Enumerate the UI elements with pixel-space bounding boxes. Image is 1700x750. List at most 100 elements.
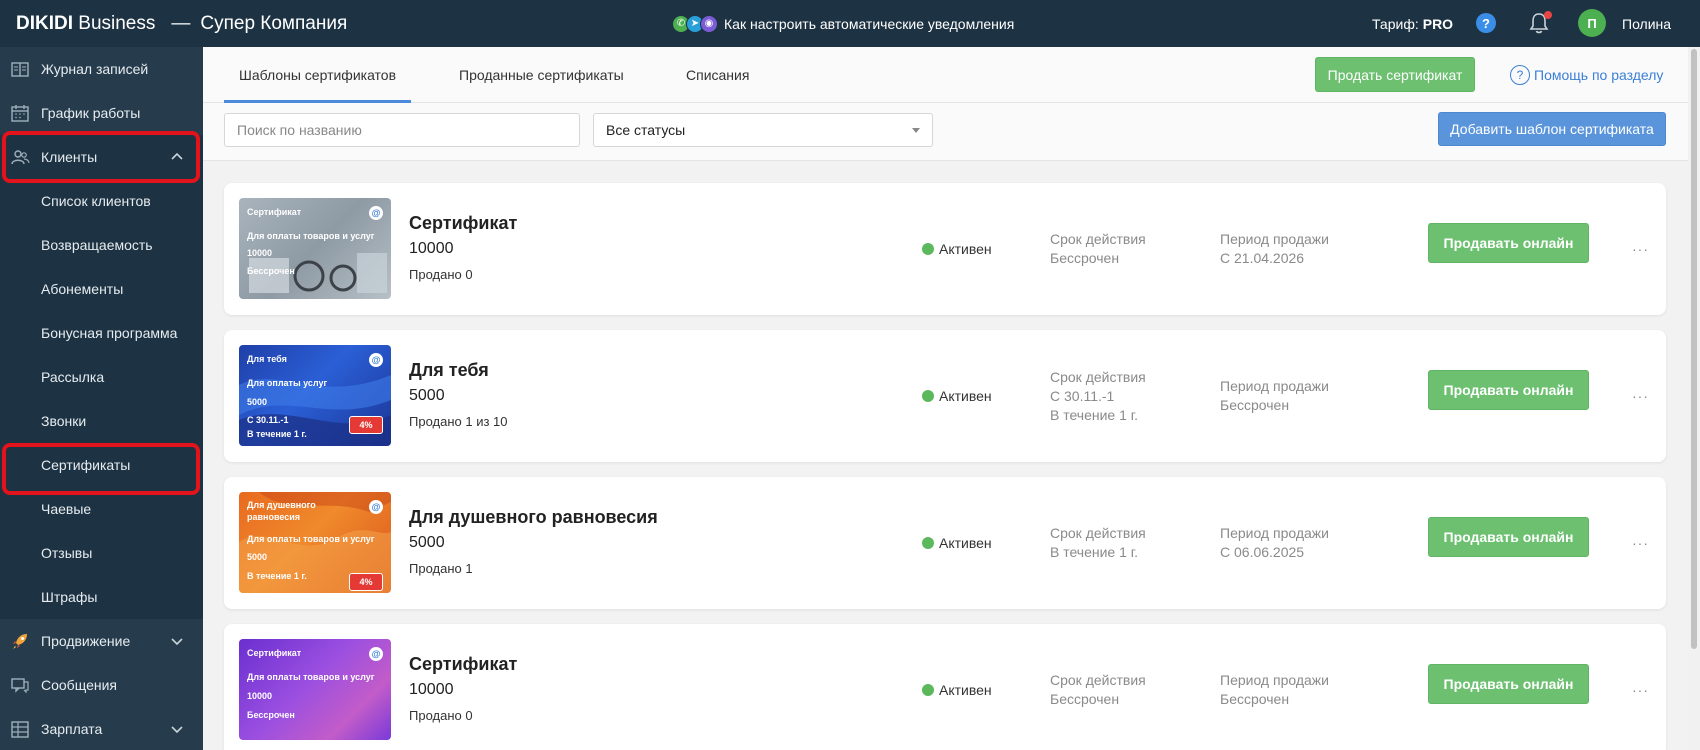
scrollbar-thumb[interactable]	[1691, 49, 1697, 649]
thumb-line: 5000	[247, 397, 268, 407]
sidebar-item-promotion[interactable]: Продвижение	[0, 619, 203, 663]
certificate-price: 5000	[409, 387, 445, 404]
thumb-line: Для тебя	[247, 354, 287, 364]
tabs-bar: Шаблоны сертификатов Проданные сертифика…	[203, 47, 1688, 103]
at-icon: @	[369, 206, 383, 220]
highlight-clients	[2, 131, 200, 183]
sidebar-item-label: Список клиентов	[41, 193, 151, 209]
thumb-line: В течение 1 г.	[247, 429, 307, 439]
thumb-line: Сертификат	[247, 207, 302, 217]
journal-icon	[11, 62, 29, 77]
caret-down-icon	[912, 128, 920, 133]
promo-notifications-link[interactable]: ✆ ➤ ◉ Как настроить автоматические уведо…	[672, 0, 1014, 47]
validity-value: Бессрочен	[1050, 250, 1120, 266]
thumb-line: Для душевного	[247, 500, 316, 510]
thumb-line: 5000	[247, 552, 268, 562]
sale-period-label: Период продажи	[1220, 525, 1329, 541]
status-dot	[922, 243, 934, 255]
certificate-thumbnail[interactable]: Сертификат Для оплаты товаров и услуг 10…	[239, 639, 391, 740]
help-section-label: Помощь по разделу	[1534, 67, 1664, 83]
sidebar-item-subscriptions[interactable]: Абонементы	[0, 267, 203, 311]
certificate-thumbnail[interactable]: Сертификат Для оплаты товаров и услуг 10…	[239, 198, 391, 299]
filters-bar: Все статусы Добавить шаблон сертификата	[203, 103, 1688, 161]
thumb-line: 10000	[247, 248, 273, 258]
status-select[interactable]: Все статусы	[593, 113, 933, 147]
sidebar-item-salary[interactable]: Зарплата	[0, 707, 203, 750]
certificate-title: Для тебя	[409, 360, 489, 380]
at-icon: @	[369, 647, 383, 661]
sidebar-item-label: График работы	[41, 105, 141, 121]
sidebar-item-reviews[interactable]: Отзывы	[0, 531, 203, 575]
more-options-icon[interactable]: ···	[1632, 624, 1649, 750]
sidebar-item-client-list[interactable]: Список клиентов	[0, 179, 203, 223]
search-input[interactable]	[224, 113, 580, 147]
calendar-icon	[11, 105, 29, 122]
sidebar-item-calls[interactable]: Звонки	[0, 399, 203, 443]
more-options-icon[interactable]: ···	[1632, 477, 1649, 609]
add-template-button[interactable]: Добавить шаблон сертификата	[1438, 112, 1666, 146]
sidebar: Журнал записей График работы Клиенты Спи…	[0, 47, 203, 750]
sidebar-item-schedule[interactable]: График работы	[0, 91, 203, 135]
sell-online-button[interactable]: Продавать онлайн	[1428, 370, 1589, 410]
sell-online-button[interactable]: Продавать онлайн	[1428, 223, 1589, 263]
username[interactable]: Полина	[1622, 0, 1671, 47]
brand-logo-text: DIKIDI	[16, 12, 73, 34]
brand-separator: —	[171, 12, 191, 34]
at-icon: @	[369, 353, 383, 367]
help-icon[interactable]: ?	[1476, 13, 1496, 33]
sidebar-item-label: Журнал записей	[41, 61, 149, 77]
tab-sold[interactable]: Проданные сертификаты	[459, 47, 624, 103]
certificate-card: Сертификат Для оплаты товаров и услуг 10…	[224, 624, 1666, 750]
sidebar-item-bonus[interactable]: Бонусная программа	[0, 311, 203, 355]
certificate-price: 5000	[409, 534, 445, 551]
tariff-info[interactable]: Тариф: PRO	[1372, 0, 1453, 47]
status-badge: Активен	[922, 183, 992, 315]
sell-online-button[interactable]: Продавать онлайн	[1428, 517, 1589, 557]
sidebar-item-label: Сообщения	[41, 677, 117, 693]
thumb-line: Сертификат	[247, 648, 302, 658]
top-bar: DIKIDI Business — Супер Компания ✆ ➤ ◉ К…	[0, 0, 1700, 47]
main-content: Шаблоны сертификатов Проданные сертифика…	[203, 47, 1688, 750]
help-section-link[interactable]: ? Помощь по разделу	[1510, 62, 1663, 88]
sidebar-item-mailing[interactable]: Рассылка	[0, 355, 203, 399]
tab-templates[interactable]: Шаблоны сертификатов	[223, 47, 412, 103]
certificate-thumbnail[interactable]: Для душевного равновесия Для оплаты това…	[239, 492, 391, 593]
certificate-price: 10000	[409, 240, 454, 257]
thumb-line: Для оплаты услуг	[247, 378, 328, 388]
certificate-thumbnail[interactable]: Для тебя Для оплаты услуг 5000 С 30.11.-…	[239, 345, 391, 446]
more-options-icon[interactable]: ···	[1632, 330, 1649, 462]
sale-period-value: С 06.06.2025	[1220, 544, 1305, 560]
sell-online-button[interactable]: Продавать онлайн	[1428, 664, 1589, 704]
scrollbar[interactable]	[1688, 47, 1700, 750]
validity-label: Срок действия	[1050, 231, 1146, 247]
thumb-line: Бессрочен	[247, 710, 295, 720]
certificate-price: 10000	[409, 681, 454, 698]
sidebar-item-messages[interactable]: Сообщения	[0, 663, 203, 707]
discount-badge: 4%	[349, 416, 383, 434]
sidebar-item-label: Зарплата	[41, 721, 103, 737]
viber-icon: ◉	[700, 14, 718, 33]
status-label: Активен	[939, 388, 992, 404]
sale-period-column: Период продажи С 21.04.2026	[1220, 230, 1329, 268]
tariff-label: Тариф:	[1372, 15, 1419, 32]
more-options-icon[interactable]: ···	[1632, 183, 1649, 315]
sale-period-label: Период продажи	[1220, 378, 1329, 394]
brand[interactable]: DIKIDI Business — Супер Компания	[16, 0, 347, 47]
thumb-line: В течение 1 г.	[247, 571, 307, 581]
sidebar-item-journal[interactable]: Журнал записей	[0, 47, 203, 91]
certificate-card: Для душевного равновесия Для оплаты това…	[224, 477, 1666, 609]
avatar[interactable]: П	[1578, 9, 1606, 37]
validity-column: Срок действия Бессрочен	[1050, 230, 1146, 268]
certificate-sold: Продано 0	[409, 267, 473, 282]
sale-period-value: С 21.04.2026	[1220, 250, 1305, 266]
sell-certificate-button[interactable]: Продать сертификат	[1315, 57, 1475, 92]
sidebar-item-label: Штрафы	[41, 589, 98, 605]
thumb-line: С 30.11.-1	[247, 415, 289, 425]
status-badge: Активен	[922, 477, 992, 609]
tab-writeoffs[interactable]: Списания	[686, 47, 749, 103]
status-label: Активен	[939, 682, 992, 698]
sidebar-item-retention[interactable]: Возвращаемость	[0, 223, 203, 267]
sidebar-item-penalties[interactable]: Штрафы	[0, 575, 203, 619]
sidebar-item-label: Рассылка	[41, 369, 105, 385]
status-label: Активен	[939, 535, 992, 551]
